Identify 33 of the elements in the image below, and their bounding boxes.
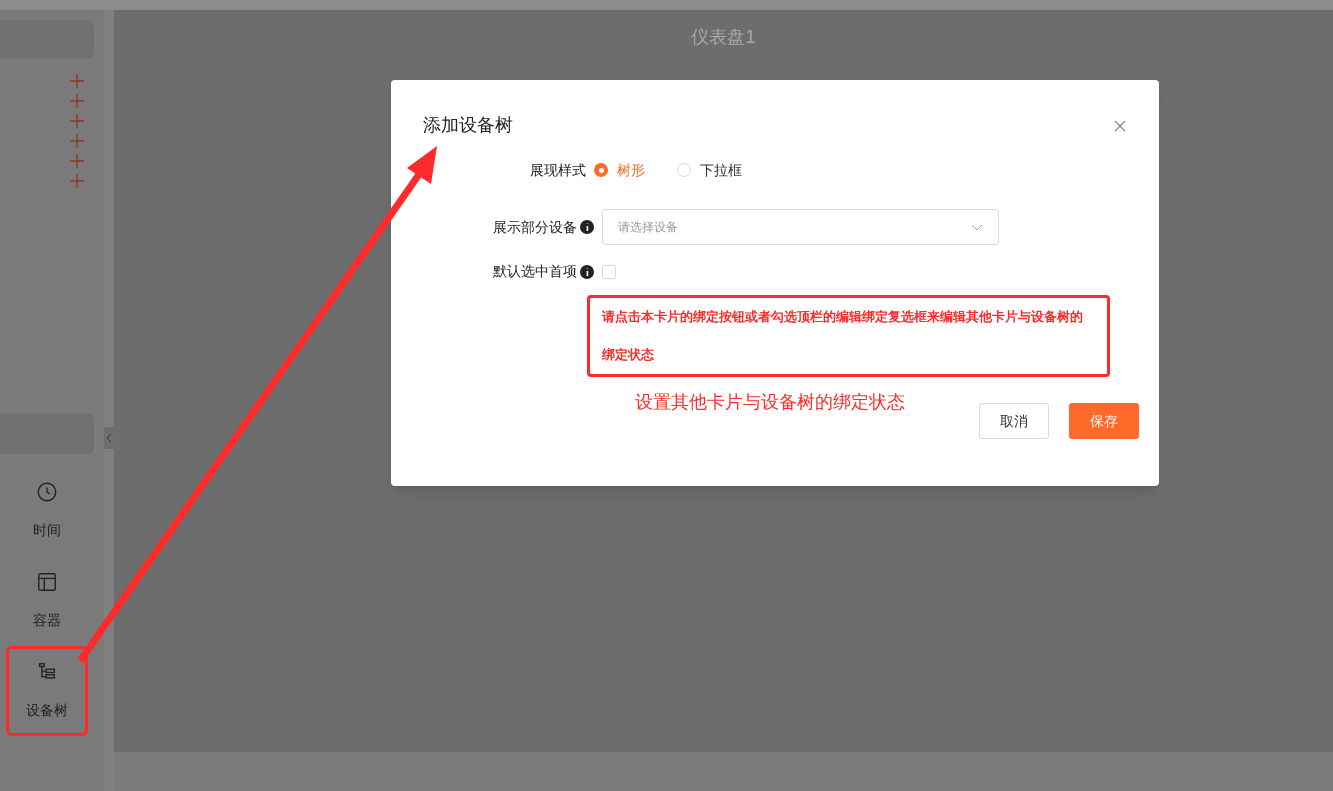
- field-label: 默认选中首项: [493, 262, 577, 281]
- binding-note: 请点击本卡片的绑定按钮或者勾选顶栏的编辑绑定复选框来编辑其他卡片与设备树的绑定状态: [602, 309, 1084, 364]
- dialog-title: 添加设备树: [423, 114, 513, 137]
- cancel-button[interactable]: 取消: [979, 403, 1049, 439]
- plus-icon[interactable]: [70, 174, 84, 188]
- save-button[interactable]: 保存: [1069, 403, 1139, 439]
- plus-icon[interactable]: [70, 134, 84, 148]
- radio-button[interactable]: [677, 163, 691, 177]
- sidebar-item[interactable]: 设备树: [6, 646, 88, 736]
- annotation-text: 设置其他卡片与设备树的绑定状态: [635, 391, 906, 413]
- plus-icon[interactable]: [70, 154, 84, 168]
- radio-button[interactable]: [594, 163, 608, 177]
- sidebar-item[interactable]: 容器: [6, 556, 88, 646]
- collapse-button[interactable]: [104, 427, 114, 449]
- checkbox[interactable]: [602, 264, 616, 279]
- radio-option[interactable]: 树形: [594, 159, 645, 181]
- dashboard-title: 仪表盘1: [691, 26, 756, 48]
- radio-option[interactable]: 下拉框: [677, 159, 742, 181]
- plus-icon[interactable]: [70, 114, 84, 128]
- info-icon: [580, 220, 594, 234]
- sidebar-item[interactable]: 时间: [6, 466, 88, 556]
- device-select[interactable]: 请选择设备: [602, 209, 999, 245]
- info-icon: [580, 264, 594, 279]
- plus-icon[interactable]: [70, 94, 84, 108]
- clock-icon: [36, 481, 58, 503]
- layout-icon: [36, 571, 58, 593]
- close-button[interactable]: [1113, 118, 1127, 133]
- plus-icon[interactable]: [70, 74, 84, 88]
- chevron-left-icon: [106, 433, 112, 443]
- field-label: 展现样式: [529, 160, 587, 180]
- close-icon: [1114, 119, 1126, 132]
- field-label: 展示部分设备: [493, 217, 577, 237]
- chevron-down-icon: [971, 223, 983, 231]
